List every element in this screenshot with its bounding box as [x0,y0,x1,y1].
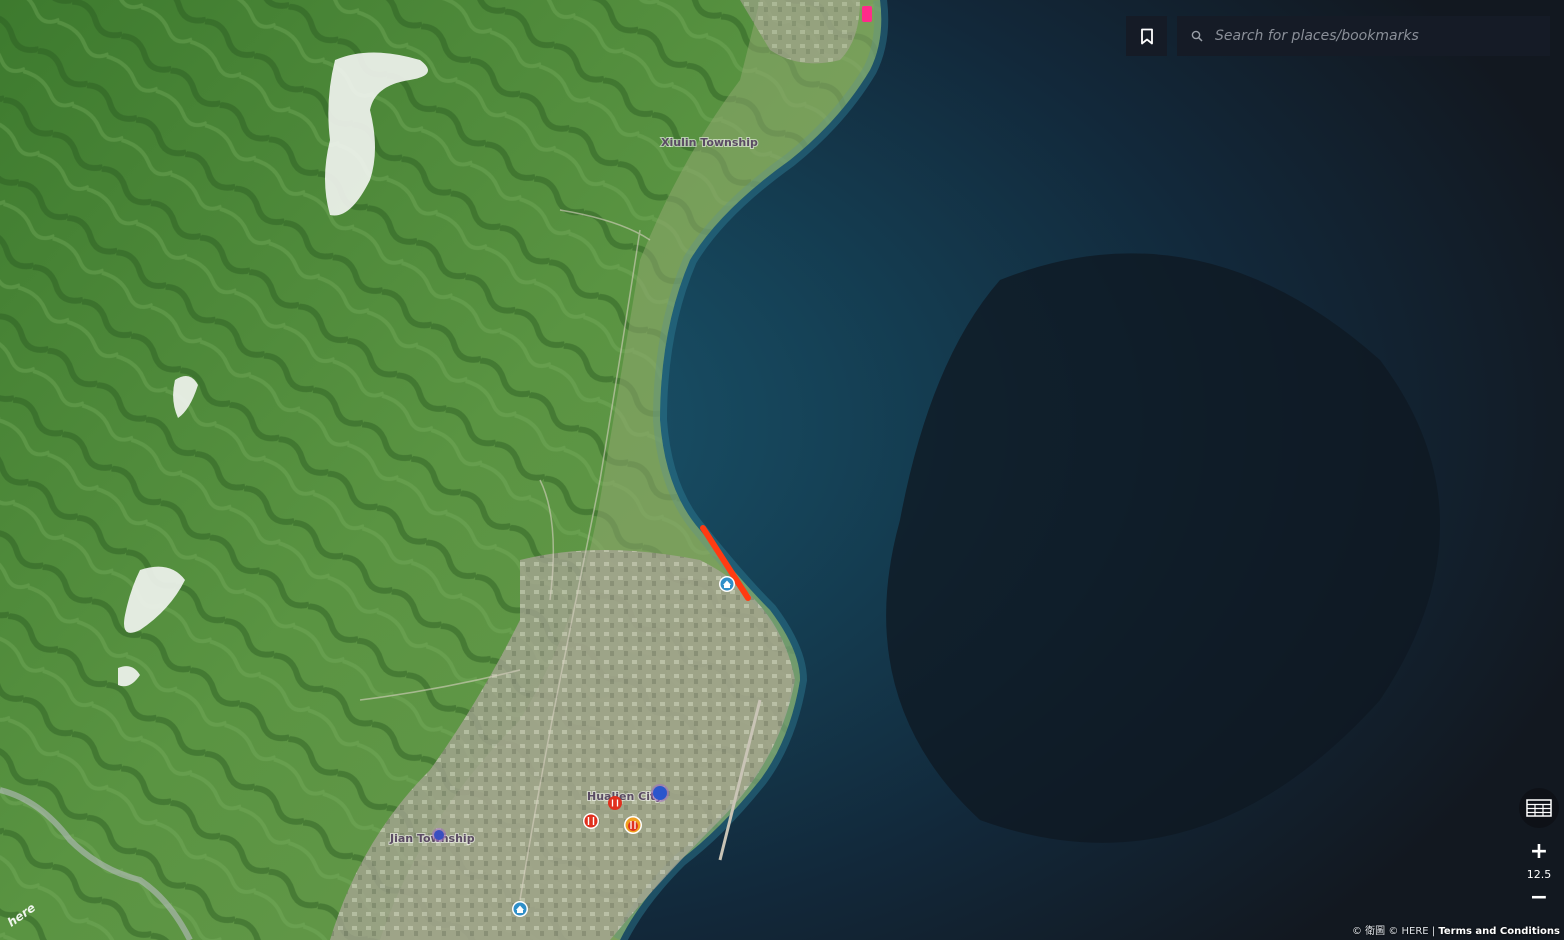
copyright-text: © 衛圖 © HERE [1351,926,1429,937]
label-jian-township: Jian Township [389,832,475,845]
search-bar[interactable] [1177,16,1550,56]
zoom-control: + 12.5 − [1523,840,1555,910]
table-icon [1526,799,1552,817]
zoom-out-button[interactable]: − [1523,886,1555,910]
terms-link[interactable]: Terms and Conditions [1438,926,1560,937]
attribution: © 衛圖 © HERE | Terms and Conditions [1352,922,1560,937]
restaurant-icon[interactable] [608,796,622,810]
home-icon[interactable] [719,576,735,592]
zoom-in-button[interactable]: + [1523,840,1555,864]
label-xiulin-township: Xiulin Township [661,136,758,149]
bookmarks-button[interactable] [1126,16,1167,56]
satellite-map[interactable]: Xiulin Township Hualien City Jian Townsh… [0,0,1564,940]
restaurant-icon[interactable] [583,813,599,829]
home-icon[interactable] [512,901,528,917]
data-table-button[interactable] [1519,788,1559,828]
city-marker-icon[interactable] [651,784,669,802]
search-input[interactable] [1213,27,1527,45]
attribution-separator: | [1431,926,1436,937]
restaurant-icon[interactable] [624,816,642,834]
zoom-level: 12.5 [1526,868,1552,881]
bookmark-icon [1140,28,1153,44]
pink-area-marker[interactable] [862,6,872,22]
search-icon [1191,30,1203,42]
top-toolbar [1126,16,1550,56]
city-marker-icon[interactable] [432,828,446,842]
